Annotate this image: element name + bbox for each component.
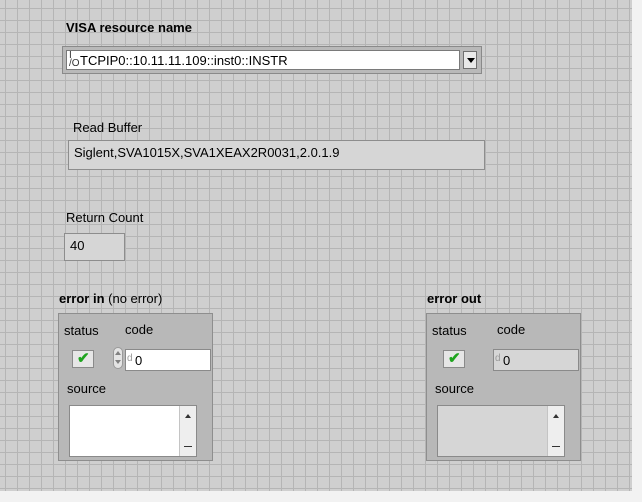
error-out-source-field [437,405,565,457]
decrement-arrow-icon [115,360,121,364]
scroll-down-icon [552,446,560,447]
error-in-sublabel: (no error) [108,291,163,306]
scroll-up-icon [553,414,559,418]
read-buffer-indicator: Siglent,SVA1015X,SVA1XEAX2R0031,2.0.1.9 [68,140,485,170]
visa-resource-label: VISA resource name [66,20,192,35]
error-in-status-label: status [64,323,99,338]
error-in-source-label: source [67,381,107,396]
panel-edge-bottom [0,491,642,502]
error-out-code-value: 0 [503,353,511,368]
error-in-code-spinner[interactable] [113,347,123,369]
radix-indicator: d [127,353,133,364]
check-icon: ✔ [77,350,90,367]
error-in-title: error in (no error) [59,291,162,306]
error-in-code-label: code [125,322,154,337]
error-in-source-scrollbar[interactable] [179,406,196,456]
visa-dropdown-button[interactable] [463,51,477,69]
read-buffer-label: Read Buffer [73,120,143,135]
return-count-indicator: 40 [64,233,125,261]
visa-resource-control[interactable]: I/O TCPIP0::10.11.11.109::inst0::INSTR [62,46,482,74]
error-in-label: error in [59,291,105,306]
visa-resource-field[interactable]: I/O TCPIP0::10.11.11.109::inst0::INSTR [66,50,460,70]
visa-resource-value: TCPIP0::10.11.11.109::inst0::INSTR [80,53,288,68]
check-icon: ✔ [448,350,461,367]
error-out-label: error out [427,291,482,306]
error-out-cluster: status code ✔ d 0 source [426,313,581,461]
error-out-status-checkbox: ✔ [443,350,465,368]
error-in-cluster: status code ✔ d 0 source [58,313,213,461]
error-out-code-field: d 0 [493,349,579,371]
return-count-label: Return Count [66,210,144,225]
radix-indicator: d [495,353,501,364]
read-buffer-value: Siglent,SVA1015X,SVA1XEAX2R0031,2.0.1.9 [74,145,340,160]
error-in-code-field[interactable]: d 0 [125,349,211,371]
error-in-source-field[interactable] [69,405,197,457]
error-out-source-scrollbar[interactable] [547,406,564,456]
error-in-status-checkbox[interactable]: ✔ [72,350,94,368]
increment-arrow-icon [115,351,121,355]
error-out-code-label: code [497,322,526,337]
scroll-down-icon [184,446,192,447]
scroll-up-icon [185,414,191,418]
error-out-source-label: source [435,381,475,396]
error-in-code-value: 0 [135,353,143,368]
panel-edge-right [632,0,642,502]
return-count-value: 40 [70,238,85,253]
error-out-status-label: status [432,323,467,338]
